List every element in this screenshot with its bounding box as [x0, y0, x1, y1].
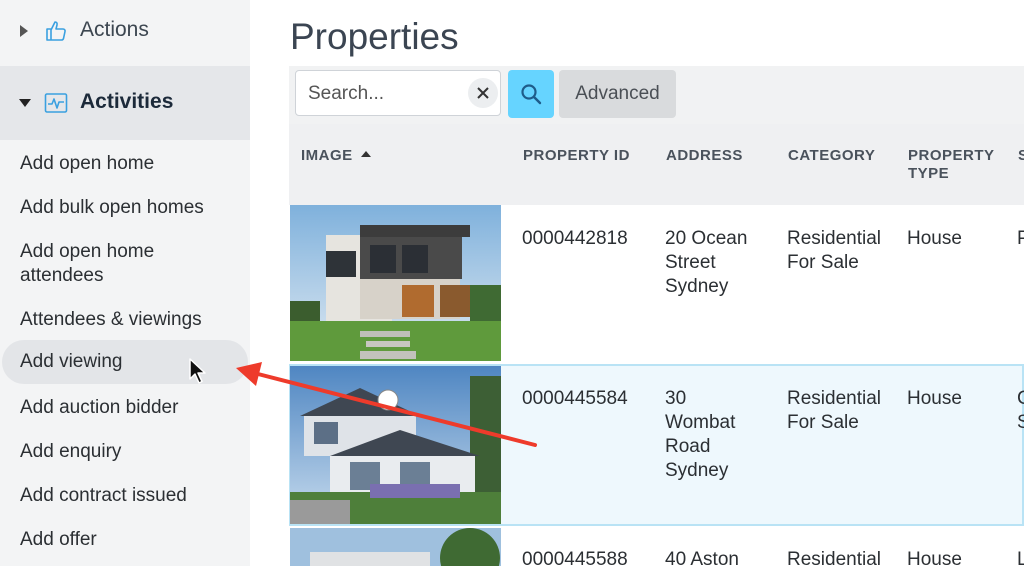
property-type-cell: House	[907, 549, 962, 566]
status-cell: P	[1017, 228, 1024, 249]
search-icon	[521, 84, 542, 105]
status-cell: L	[1017, 549, 1024, 566]
advanced-search-button[interactable]: Advanced	[559, 70, 676, 118]
status-cell: C S	[1017, 388, 1024, 433]
address-cell: 20 Ocean Street Sydney	[665, 228, 748, 297]
property-id-cell: 0000445584	[522, 388, 628, 409]
mouse-cursor-icon	[189, 358, 206, 384]
property-image[interactable]	[290, 205, 501, 361]
menu-item-add-bulk-open-homes[interactable]: Add bulk open homes	[0, 196, 250, 220]
sort-ascending-icon	[360, 151, 371, 157]
menu-item-add-auction-bidder[interactable]: Add auction bidder	[0, 396, 250, 420]
search-toolbar: Advanced	[289, 66, 1024, 124]
clear-search-button[interactable]	[468, 78, 498, 108]
category-cell: Residential	[787, 549, 881, 566]
close-icon	[477, 87, 489, 99]
actions-label: Actions	[80, 18, 149, 41]
menu-item-add-open-home[interactable]: Add open home	[0, 152, 250, 176]
actions-section-header[interactable]: Actions	[0, 8, 250, 54]
menu-item-add-offer[interactable]: Add offer	[0, 528, 250, 552]
table-header: IMAGE PROPERTY ID ADDRESS CATEGORY PROPE…	[289, 124, 1024, 205]
property-id-cell: 0000442818	[522, 228, 628, 249]
column-header-address[interactable]: ADDRESS	[666, 147, 743, 165]
address-cell: 40 Aston	[665, 549, 739, 566]
category-cell: Residential For Sale	[787, 228, 881, 273]
address-cell: 30 Wombat Road Sydney	[665, 388, 736, 481]
column-header-image[interactable]: IMAGE	[301, 147, 371, 165]
search-input[interactable]	[306, 79, 460, 109]
search-button[interactable]	[508, 70, 554, 118]
column-header-status[interactable]: S	[1018, 147, 1024, 165]
thumbs-up-icon	[46, 21, 66, 41]
property-type-cell: House	[907, 228, 962, 249]
column-header-property-type[interactable]: PROPERTY TYPE	[908, 147, 1003, 183]
sidebar: Actions Activities Add open home Add bul…	[0, 0, 250, 566]
page-title: Properties	[290, 16, 459, 57]
table-row[interactable]: 0000445588 40 Aston Residential House L	[289, 528, 1024, 566]
caret-down-icon	[19, 99, 31, 107]
column-header-category[interactable]: CATEGORY	[788, 147, 875, 165]
caret-right-icon	[20, 25, 28, 37]
menu-item-add-contract-issued[interactable]: Add contract issued	[0, 484, 250, 508]
property-id-cell: 0000445588	[522, 549, 628, 566]
menu-item-add-enquiry[interactable]: Add enquiry	[0, 440, 250, 464]
activities-section-header[interactable]: Activities	[0, 66, 250, 140]
property-type-cell: House	[907, 388, 962, 409]
category-cell: Residential For Sale	[787, 388, 881, 433]
table-row[interactable]: 0000442818 20 Ocean Street Sydney Reside…	[289, 205, 1024, 361]
property-image[interactable]	[290, 366, 501, 524]
table-row-selected[interactable]: 0000445584 30 Wombat Road Sydney Residen…	[289, 364, 1024, 526]
menu-item-attendees-viewings[interactable]: Attendees & viewings	[0, 308, 250, 332]
menu-item-add-open-home-attendees[interactable]: Add open home attendees	[0, 240, 230, 288]
menu-item-add-viewing[interactable]: Add viewing	[2, 340, 248, 384]
search-box	[295, 70, 501, 116]
activities-label: Activities	[80, 90, 174, 113]
activity-chart-icon	[44, 93, 68, 113]
column-header-property-id[interactable]: PROPERTY ID	[523, 147, 630, 165]
property-image[interactable]	[290, 528, 501, 566]
